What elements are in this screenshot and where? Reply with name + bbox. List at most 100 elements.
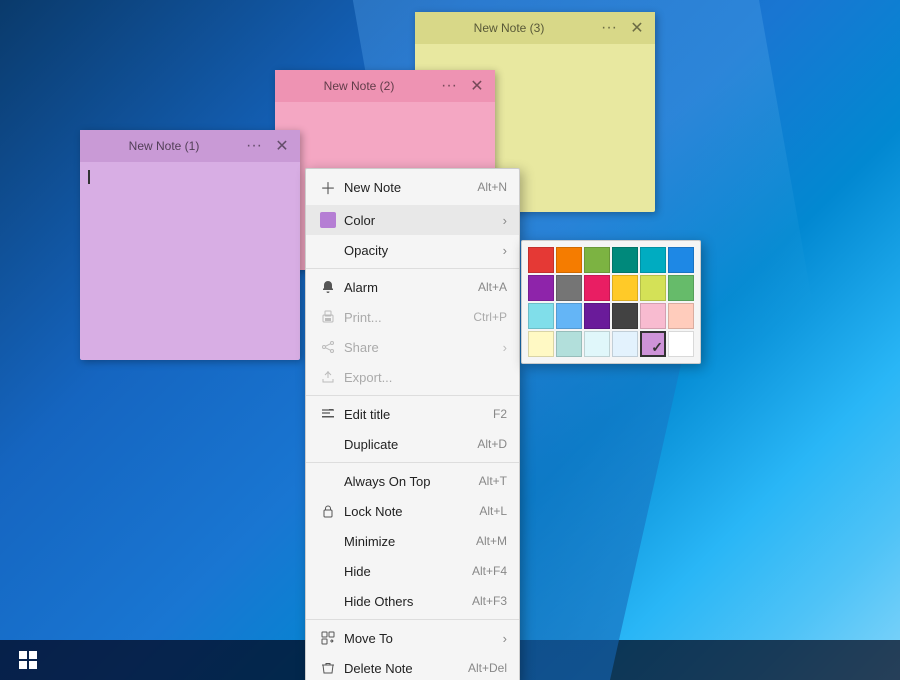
color-swatch-peach[interactable]	[668, 303, 694, 329]
note-1-menu-button[interactable]: ···	[242, 134, 266, 158]
always-on-top-label: Always On Top	[344, 474, 471, 489]
export-label: Export...	[344, 370, 507, 385]
color-swatch-gray[interactable]	[556, 275, 582, 301]
color-swatch-white[interactable]	[668, 331, 694, 357]
start-button[interactable]	[8, 640, 48, 680]
opacity-label: Opacity	[344, 243, 499, 258]
minimize-shortcut: Alt+M	[476, 534, 507, 548]
separator-4	[306, 619, 519, 620]
menu-item-delete-note[interactable]: Delete Note Alt+Del	[306, 653, 519, 680]
share-icon	[318, 340, 338, 354]
note-2-title: New Note (2)	[281, 79, 437, 93]
delete-note-label: Delete Note	[344, 661, 460, 676]
edit-title-icon	[318, 407, 338, 421]
menu-item-alarm[interactable]: Alarm Alt+A	[306, 272, 519, 302]
hide-shortcut: Alt+F4	[472, 564, 507, 578]
hide-label: Hide	[344, 564, 464, 579]
menu-item-new-note[interactable]: ＋ New Note Alt+N	[306, 169, 519, 205]
print-label: Print...	[344, 310, 465, 325]
note-2-header: New Note (2) ··· ✕	[275, 70, 495, 102]
color-swatch-light-blue[interactable]	[556, 303, 582, 329]
menu-item-hide[interactable]: Hide Alt+F4	[306, 556, 519, 586]
opacity-arrow-icon: ›	[503, 243, 507, 258]
color-swatch-lavender[interactable]	[640, 331, 666, 357]
edit-title-shortcut: F2	[493, 407, 507, 421]
menu-item-opacity[interactable]: Opacity ›	[306, 235, 519, 265]
color-swatch-mint[interactable]	[556, 331, 582, 357]
alarm-label: Alarm	[344, 280, 470, 295]
export-icon	[318, 370, 338, 384]
bell-icon	[318, 280, 338, 294]
note-3-close-button[interactable]: ✕	[625, 16, 649, 40]
lock-note-label: Lock Note	[344, 504, 471, 519]
color-swatch-light-pink[interactable]	[640, 303, 666, 329]
duplicate-shortcut: Alt+D	[477, 437, 507, 451]
color-swatch-deep-purple[interactable]	[584, 303, 610, 329]
color-swatch-pale-blue[interactable]	[612, 331, 638, 357]
always-on-top-shortcut: Alt+T	[479, 474, 507, 488]
separator-2	[306, 395, 519, 396]
print-shortcut: Ctrl+P	[473, 310, 507, 324]
color-swatch-yellow[interactable]	[612, 275, 638, 301]
color-swatch-light-cyan[interactable]	[528, 303, 554, 329]
duplicate-label: Duplicate	[344, 437, 469, 452]
note-2-controls: ··· ✕	[437, 74, 489, 98]
color-swatch-teal[interactable]	[612, 247, 638, 273]
alarm-shortcut: Alt+A	[478, 280, 507, 294]
separator-3	[306, 462, 519, 463]
edit-title-label: Edit title	[344, 407, 485, 422]
color-swatch-dark-gray[interactable]	[612, 303, 638, 329]
menu-item-share[interactable]: Share ›	[306, 332, 519, 362]
menu-item-move-to[interactable]: Move To ›	[306, 623, 519, 653]
menu-item-hide-others[interactable]: Hide Others Alt+F3	[306, 586, 519, 616]
note-1-controls: ··· ✕	[242, 134, 294, 158]
sticky-note-1[interactable]: New Note (1) ··· ✕	[80, 130, 300, 360]
new-note-label: New Note	[344, 180, 469, 195]
separator-1	[306, 268, 519, 269]
move-to-icon	[318, 631, 338, 645]
trash-icon	[318, 661, 338, 675]
note-3-title: New Note (3)	[421, 21, 597, 35]
menu-item-edit-title[interactable]: Edit title F2	[306, 399, 519, 429]
note-3-header: New Note (3) ··· ✕	[415, 12, 655, 44]
color-swatch-orange[interactable]	[556, 247, 582, 273]
note-1-close-button[interactable]: ✕	[270, 134, 294, 158]
new-note-shortcut: Alt+N	[477, 180, 507, 194]
color-icon	[318, 212, 338, 228]
menu-item-lock-note[interactable]: Lock Note Alt+L	[306, 496, 519, 526]
move-to-label: Move To	[344, 631, 499, 646]
color-swatch-purple[interactable]	[528, 275, 554, 301]
note-1-header: New Note (1) ··· ✕	[80, 130, 300, 162]
note-3-menu-button[interactable]: ···	[597, 16, 621, 40]
menu-item-print[interactable]: Print... Ctrl+P	[306, 302, 519, 332]
note-2-close-button[interactable]: ✕	[465, 74, 489, 98]
color-swatch-blue[interactable]	[668, 247, 694, 273]
menu-item-color[interactable]: Color ›	[306, 205, 519, 235]
note-1-content	[80, 162, 300, 360]
menu-item-export[interactable]: Export...	[306, 362, 519, 392]
hide-others-label: Hide Others	[344, 594, 464, 609]
color-arrow-icon: ›	[503, 213, 507, 228]
color-swatch-cyan[interactable]	[640, 247, 666, 273]
color-swatch-pink[interactable]	[584, 275, 610, 301]
color-swatch-lime[interactable]	[640, 275, 666, 301]
context-menu: ＋ New Note Alt+N Color ›	[305, 168, 520, 680]
color-swatch-light-yellow[interactable]	[528, 331, 554, 357]
color-submenu	[521, 240, 701, 364]
plus-icon: ＋	[318, 175, 338, 199]
color-swatch-ice[interactable]	[584, 331, 610, 357]
menu-item-always-on-top[interactable]: Always On Top Alt+T	[306, 466, 519, 496]
share-arrow-icon: ›	[503, 340, 507, 355]
share-label: Share	[344, 340, 499, 355]
menu-item-duplicate[interactable]: Duplicate Alt+D	[306, 429, 519, 459]
note-3-controls: ··· ✕	[597, 16, 649, 40]
minimize-label: Minimize	[344, 534, 468, 549]
move-to-arrow-icon: ›	[503, 631, 507, 646]
menu-item-minimize[interactable]: Minimize Alt+M	[306, 526, 519, 556]
note-2-menu-button[interactable]: ···	[437, 74, 461, 98]
color-swatch-red[interactable]	[528, 247, 554, 273]
color-swatch-light-green[interactable]	[668, 275, 694, 301]
print-icon	[318, 310, 338, 324]
color-swatch-green[interactable]	[584, 247, 610, 273]
desktop: New Note (3) ··· ✕ New Note (2) ··· ✕ Ne…	[0, 0, 900, 680]
